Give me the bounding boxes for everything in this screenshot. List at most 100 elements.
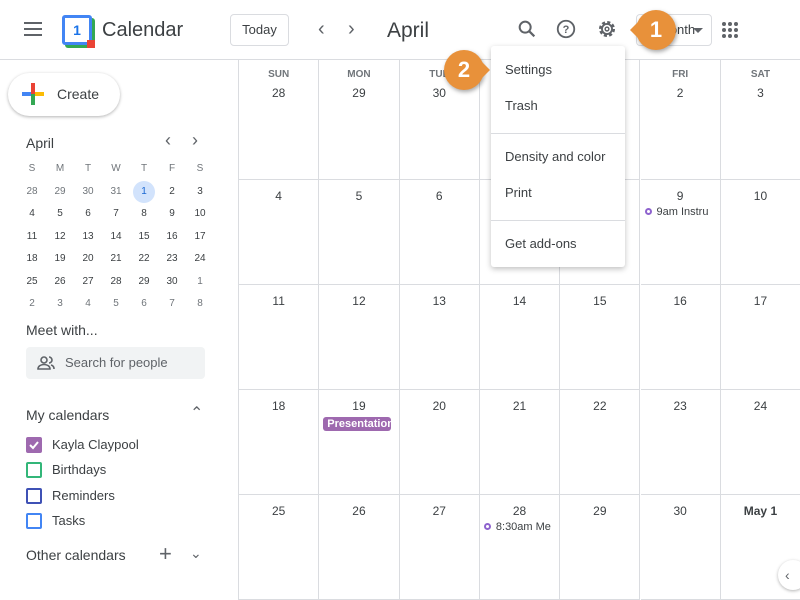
mini-day[interactable]: 24 bbox=[186, 248, 214, 271]
day-cell[interactable]: 11 bbox=[239, 285, 320, 390]
calendar-item[interactable]: Kayla Claypool bbox=[26, 437, 139, 455]
mini-day[interactable]: 22 bbox=[130, 248, 158, 271]
day-cell[interactable]: 22 bbox=[560, 390, 641, 495]
mini-day[interactable]: 5 bbox=[46, 203, 74, 226]
day-cell[interactable]: FRI 2 bbox=[640, 60, 721, 180]
my-calendars-heading[interactable]: My calendars bbox=[26, 407, 109, 423]
main-menu-icon[interactable] bbox=[24, 22, 42, 36]
day-number[interactable]: 9 bbox=[641, 189, 720, 203]
day-number[interactable]: 13 bbox=[400, 294, 479, 308]
day-cell[interactable]: 27 bbox=[399, 495, 480, 600]
menu-item-density-and-color[interactable]: Density and color bbox=[491, 141, 625, 177]
mini-day[interactable]: 27 bbox=[74, 271, 102, 294]
day-number[interactable]: 3 bbox=[721, 86, 800, 100]
mini-day[interactable]: 23 bbox=[158, 248, 186, 271]
calendar-item[interactable]: Reminders bbox=[26, 487, 115, 506]
mini-day[interactable]: 4 bbox=[74, 293, 102, 316]
day-number[interactable]: 27 bbox=[400, 504, 479, 518]
day-cell[interactable]: 19 Presentation bbox=[319, 390, 400, 495]
calendar-checkbox[interactable] bbox=[26, 437, 42, 453]
day-cell[interactable]: 17 bbox=[720, 285, 800, 390]
day-cell[interactable]: 9 9am Instru bbox=[640, 180, 721, 285]
chevron-left-icon[interactable]: ‹ bbox=[318, 18, 325, 41]
day-number[interactable]: 17 bbox=[721, 294, 800, 308]
create-button[interactable]: Create bbox=[8, 73, 120, 116]
mini-day[interactable]: 15 bbox=[130, 226, 158, 249]
add-calendar-plus-icon[interactable]: + bbox=[159, 541, 172, 567]
day-cell[interactable]: SUN 28 bbox=[239, 60, 320, 180]
search-people-input[interactable]: Search for people bbox=[26, 347, 205, 379]
apps-grid-icon[interactable] bbox=[722, 22, 738, 38]
mini-day[interactable]: 14 bbox=[102, 226, 130, 249]
mini-day[interactable]: 6 bbox=[74, 203, 102, 226]
mini-day[interactable]: 9 bbox=[158, 203, 186, 226]
day-cell[interactable]: 24 bbox=[720, 390, 800, 495]
day-number[interactable]: 18 bbox=[239, 399, 318, 413]
day-cell[interactable]: 20 bbox=[399, 390, 480, 495]
chevron-down-icon[interactable]: ⌄ bbox=[190, 545, 202, 562]
mini-day[interactable]: 8 bbox=[130, 203, 158, 226]
day-number[interactable]: 23 bbox=[641, 399, 720, 413]
calendar-item[interactable]: Birthdays bbox=[26, 462, 106, 480]
other-calendars-heading[interactable]: Other calendars bbox=[26, 547, 126, 563]
menu-item-trash[interactable]: Trash bbox=[491, 90, 625, 126]
mini-day[interactable]: 5 bbox=[102, 293, 130, 316]
day-cell[interactable]: 25 bbox=[239, 495, 320, 600]
calendar-event[interactable]: 8:30am Me bbox=[483, 521, 553, 533]
day-cell[interactable]: 10 bbox=[720, 180, 800, 285]
day-number[interactable]: 20 bbox=[400, 399, 479, 413]
mini-day[interactable]: 13 bbox=[74, 226, 102, 249]
day-cell[interactable]: 28 8:30am Me bbox=[479, 495, 561, 600]
mini-day[interactable]: 17 bbox=[186, 226, 214, 249]
mini-day[interactable]: 18 bbox=[18, 248, 46, 271]
mini-day[interactable]: 28 bbox=[18, 181, 46, 204]
mini-day[interactable]: 2 bbox=[158, 181, 186, 204]
day-number[interactable]: 26 bbox=[319, 504, 398, 518]
day-cell[interactable]: 18 bbox=[239, 390, 320, 495]
day-number[interactable]: 25 bbox=[239, 504, 318, 518]
mini-day[interactable]: 31 bbox=[102, 181, 130, 204]
day-cell[interactable]: 13 bbox=[399, 285, 480, 390]
day-number[interactable]: 15 bbox=[560, 294, 639, 308]
today-button[interactable]: Today bbox=[230, 14, 289, 46]
day-number[interactable]: 19 bbox=[319, 399, 398, 413]
day-number[interactable]: 29 bbox=[560, 504, 639, 518]
day-number[interactable]: 10 bbox=[721, 189, 800, 203]
day-number[interactable]: 14 bbox=[480, 294, 559, 308]
mini-prev-month-icon[interactable]: ‹ bbox=[165, 130, 171, 151]
day-number[interactable]: 11 bbox=[239, 294, 318, 308]
calendar-event[interactable]: Presentation bbox=[323, 417, 391, 431]
menu-item-settings[interactable]: Settings bbox=[491, 54, 625, 90]
mini-day[interactable]: 3 bbox=[186, 181, 214, 204]
mini-day[interactable]: 10 bbox=[186, 203, 214, 226]
day-number[interactable]: 21 bbox=[480, 399, 559, 413]
mini-day[interactable]: 16 bbox=[158, 226, 186, 249]
calendar-checkbox[interactable] bbox=[26, 487, 42, 504]
day-cell[interactable]: 30 bbox=[640, 495, 721, 600]
mini-day[interactable]: 12 bbox=[46, 226, 74, 249]
mini-day[interactable]: 20 bbox=[74, 248, 102, 271]
calendar-event[interactable]: 9am Instru bbox=[644, 206, 714, 218]
day-cell[interactable]: 23 bbox=[640, 390, 721, 495]
day-number[interactable]: 28 bbox=[480, 504, 559, 518]
calendar-checkbox[interactable] bbox=[26, 462, 42, 479]
side-panel-toggle-chevron-icon[interactable]: ‹ bbox=[778, 560, 800, 590]
help-icon[interactable]: ? bbox=[554, 18, 578, 42]
mini-day[interactable]: 21 bbox=[102, 248, 130, 271]
day-number[interactable]: 16 bbox=[641, 294, 720, 308]
mini-day[interactable]: 29 bbox=[46, 181, 74, 204]
day-number[interactable]: 29 bbox=[319, 86, 398, 100]
day-number[interactable]: 6 bbox=[400, 189, 479, 203]
day-cell[interactable]: 14 bbox=[479, 285, 561, 390]
mini-day[interactable]: 19 bbox=[46, 248, 74, 271]
day-cell[interactable]: 4 bbox=[239, 180, 320, 285]
day-cell[interactable]: 12 bbox=[319, 285, 400, 390]
day-number[interactable]: 4 bbox=[239, 189, 318, 203]
day-cell[interactable]: 29 bbox=[560, 495, 641, 600]
day-cell[interactable]: MON 29 bbox=[319, 60, 400, 180]
mini-day[interactable]: 1 bbox=[133, 180, 155, 203]
day-number[interactable]: May 1 bbox=[721, 504, 800, 518]
day-number[interactable]: 28 bbox=[239, 86, 318, 100]
mini-next-month-icon[interactable]: › bbox=[192, 130, 198, 151]
chevron-right-icon[interactable]: › bbox=[348, 18, 355, 41]
